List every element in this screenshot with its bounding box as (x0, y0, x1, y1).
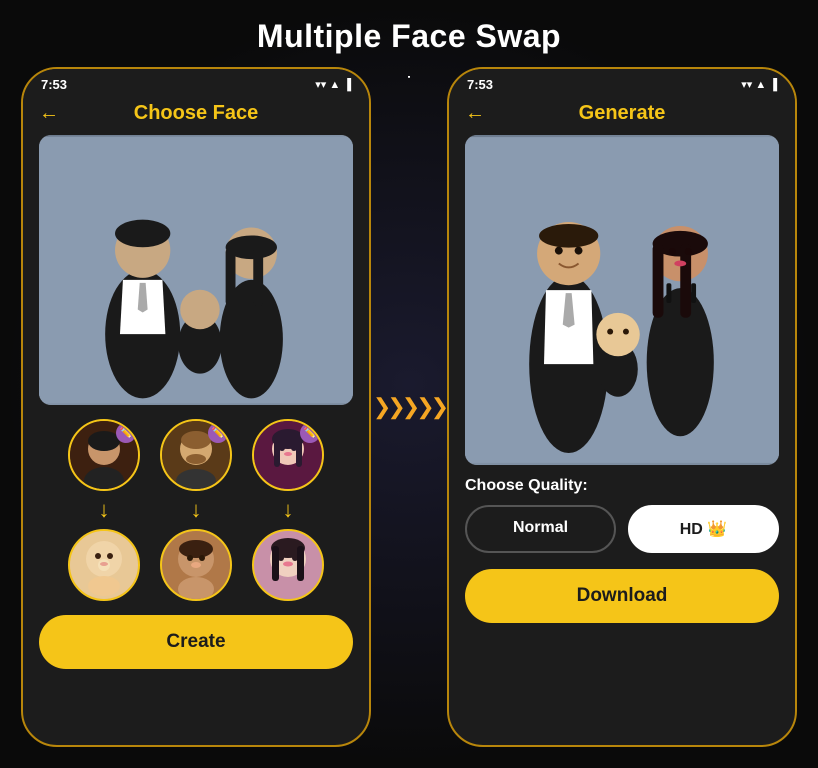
source-face-1[interactable]: ✏️ (68, 419, 140, 491)
generated-photo (465, 135, 779, 465)
right-header-title: Generate (579, 102, 666, 125)
left-header-title: Choose Face (134, 102, 258, 125)
right-phone: 7:53 ▾▾ ▲ ▐ ← Generate (447, 67, 797, 747)
left-phone: 7:53 ▾▾ ▲ ▐ ← Choose Face (21, 67, 371, 747)
arrow-down-2: ↓ (191, 499, 202, 521)
source-face-2[interactable]: ✏️ (160, 419, 232, 491)
face-pair-1: ✏️ ↓ (68, 419, 140, 601)
create-button[interactable]: Create (39, 615, 353, 669)
edit-badge-2: ✏️ (208, 423, 228, 443)
battery-icon: ▐ (343, 79, 351, 91)
right-phone-header: ← Generate (449, 96, 795, 135)
arrow-down-1: ↓ (99, 499, 110, 521)
wifi-icon-right: ▲ (755, 79, 766, 91)
battery-icon-right: ▐ (769, 79, 777, 91)
face-pairs: ✏️ ↓ (23, 405, 369, 601)
transition-arrow: ❯❯❯❯❯ (379, 394, 439, 420)
source-photo (39, 135, 353, 405)
signal-icon: ▾▾ (315, 78, 326, 91)
back-button-right[interactable]: ← (465, 102, 485, 125)
quality-label: Choose Quality: (465, 477, 779, 495)
edit-badge-1: ✏️ (116, 423, 136, 443)
hd-quality-button[interactable]: HD 👑 (628, 505, 779, 553)
page-title: Multiple Face Swap (0, 0, 818, 67)
back-button-left[interactable]: ← (39, 102, 59, 125)
status-time-left: 7:53 (41, 77, 67, 92)
face-pair-2: ✏️ ↓ (160, 419, 232, 601)
target-face-2[interactable] (160, 529, 232, 601)
family-photo-left (39, 135, 353, 405)
target-face-3[interactable] (252, 529, 324, 601)
status-time-right: 7:53 (467, 77, 493, 92)
download-button[interactable]: Download (465, 569, 779, 623)
phones-container: 7:53 ▾▾ ▲ ▐ ← Choose Face (0, 67, 818, 747)
left-phone-header: ← Choose Face (23, 96, 369, 135)
signal-icon-right: ▾▾ (741, 78, 752, 91)
edit-badge-3: ✏️ (300, 423, 320, 443)
normal-quality-button[interactable]: Normal (465, 505, 616, 553)
wifi-icon: ▲ (329, 79, 340, 91)
status-icons-right: ▾▾ ▲ ▐ (741, 78, 777, 91)
status-bar-left: 7:53 ▾▾ ▲ ▐ (23, 69, 369, 96)
quality-section: Choose Quality: Normal HD 👑 (449, 465, 795, 561)
arrow-down-3: ↓ (283, 499, 294, 521)
face-pair-3: ✏️ ↓ (252, 419, 324, 601)
status-icons-left: ▾▾ ▲ ▐ (315, 78, 351, 91)
target-face-1[interactable] (68, 529, 140, 601)
result-photo (465, 135, 779, 465)
quality-buttons: Normal HD 👑 (465, 505, 779, 553)
source-face-3[interactable]: ✏️ (252, 419, 324, 491)
status-bar-right: 7:53 ▾▾ ▲ ▐ (449, 69, 795, 96)
